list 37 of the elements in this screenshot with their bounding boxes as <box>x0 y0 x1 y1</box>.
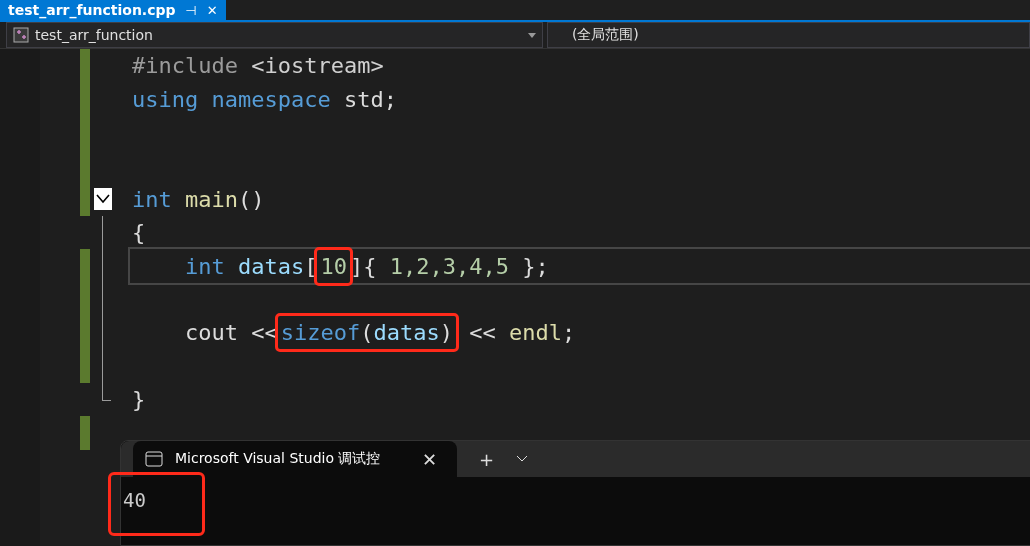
terminal-icon <box>145 451 163 467</box>
pin-icon[interactable]: ⊣ <box>185 2 197 18</box>
code-token: int <box>132 186 172 212</box>
code-token: <iostream> <box>250 53 384 79</box>
console-output: 40 <box>111 475 202 533</box>
code-token: ; <box>561 320 576 346</box>
code-token: [ <box>304 253 318 279</box>
code-token: using <box>132 86 199 112</box>
project-icon <box>13 27 29 43</box>
project-dropdown[interactable]: test_arr_function <box>6 22 543 48</box>
code-token: }; <box>521 253 549 279</box>
code-token: namespace <box>210 86 331 112</box>
code-token: 1,2,3,4,5 <box>389 253 509 279</box>
code-token: datas <box>236 253 305 279</box>
code-token: << <box>468 320 497 346</box>
console-tab[interactable]: Microsoft Visual Studio 调试控 ✕ <box>133 441 457 477</box>
close-icon[interactable]: ✕ <box>206 2 218 18</box>
code-token: { <box>132 220 146 246</box>
collapse-icon[interactable] <box>94 187 112 210</box>
code-token: sizeof <box>280 320 361 346</box>
code-token: std; <box>342 86 397 112</box>
code-token: #include <box>132 53 238 79</box>
file-tab[interactable]: test_arr_function.cpp ⊣ ✕ <box>0 0 226 20</box>
code-token: endl <box>508 320 562 346</box>
code-token: () <box>238 186 265 212</box>
code-token: 10 <box>320 253 347 279</box>
code-token: } <box>132 387 146 413</box>
code-token: main <box>184 186 238 212</box>
code-token: ( <box>360 320 374 346</box>
code-token: ]{ <box>349 253 378 279</box>
caret-icon <box>527 32 536 38</box>
scope-dropdown[interactable]: (全局范围) <box>546 22 1030 48</box>
new-tab-button[interactable]: + <box>471 441 503 477</box>
code-token: int <box>183 253 225 279</box>
close-button[interactable]: ✕ <box>413 441 445 477</box>
code-token: datas <box>373 320 440 346</box>
code-token: ) <box>439 320 453 346</box>
